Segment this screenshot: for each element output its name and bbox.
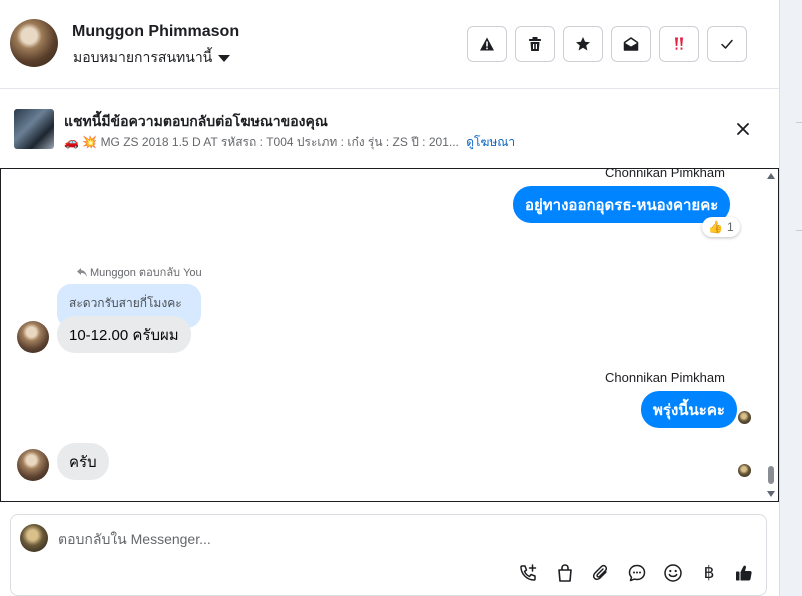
trash-icon — [529, 37, 541, 51]
caret-down-icon — [218, 55, 231, 62]
right-panel-edge — [779, 0, 802, 596]
paperclip-icon — [592, 564, 608, 581]
reply-hint: Munggon ตอบกลับ You — [77, 263, 202, 281]
divider — [796, 122, 802, 123]
saved-replies-button[interactable] — [626, 562, 648, 584]
ad-reply-banner: แชทนี้มีข้อความตอบกลับต่อโฆษณาของคุณ 🚗 💥… — [0, 90, 779, 168]
attach-file-button[interactable] — [590, 562, 612, 584]
thread-scrollbar[interactable] — [764, 169, 778, 501]
chat-bubble-icon — [628, 564, 646, 582]
assign-conversation-dropdown[interactable]: มอบหมายการสนทนานี้ — [73, 47, 231, 69]
message-thread[interactable]: Chonnikan Pimkham อยู่ทางออกอุดรธ-หนองคา… — [0, 168, 779, 502]
mark-unread-button[interactable] — [611, 26, 651, 62]
contact-avatar-small — [17, 321, 49, 353]
divider — [796, 230, 802, 231]
ad-details-text: MG ZS 2018 1.5 D AT รหัสรถ : T004 ประเภท… — [100, 135, 459, 149]
page-avatar — [20, 524, 48, 552]
warning-icon — [480, 37, 494, 51]
star-button[interactable] — [563, 26, 603, 62]
emoji-button[interactable] — [662, 562, 684, 584]
close-icon[interactable] — [733, 119, 753, 139]
star-icon — [576, 37, 590, 51]
emoji-icon — [664, 564, 682, 582]
reaction-count: 1 — [726, 220, 734, 234]
contact-name[interactable]: Munggon Phimmason — [72, 23, 239, 41]
reply-input[interactable] — [58, 529, 738, 549]
conversation-header: Munggon Phimmason มอบหมายการสนทนานี้ — [0, 0, 779, 89]
thumbs-up-icon — [736, 565, 752, 581]
delete-button[interactable] — [515, 26, 555, 62]
page-avatar-small — [737, 410, 752, 425]
call-add-icon — [520, 564, 537, 581]
contact-avatar-small — [17, 449, 49, 481]
thumbs-up-reaction-icon: 👍 — [708, 220, 723, 234]
sender-name: Chonnikan Pimkham — [605, 370, 725, 385]
contact-avatar[interactable] — [10, 19, 58, 67]
ad-details: 🚗 💥 MG ZS 2018 1.5 D AT รหัสรถ : T004 ปร… — [64, 133, 515, 152]
reply-hint-text: Munggon ตอบกลับ You — [90, 267, 202, 279]
shop-button[interactable] — [554, 562, 576, 584]
baht-icon: ฿ — [703, 563, 715, 583]
incoming-message[interactable]: ครับ — [57, 443, 109, 480]
seen-indicator-avatar — [737, 463, 752, 478]
message-reaction[interactable]: 👍 1 — [702, 217, 740, 237]
view-ad-link[interactable]: ดูโฆษณา — [466, 135, 515, 149]
double-exclamation-icon — [675, 37, 683, 50]
outgoing-message[interactable]: พรุ่งนี้นะคะ — [641, 391, 737, 428]
ad-banner-title: แชทนี้มีข้อความตอบกลับต่อโฆษณาของคุณ — [64, 113, 328, 129]
ad-thumbnail[interactable] — [14, 109, 54, 149]
report-spam-button[interactable] — [467, 26, 507, 62]
payment-button[interactable]: ฿ — [698, 562, 720, 584]
shopping-bag-icon — [558, 564, 572, 582]
incoming-message[interactable]: 10-12.00 ครับผม — [57, 316, 191, 353]
call-add-button[interactable] — [517, 562, 539, 584]
reply-arrow-icon — [77, 267, 87, 277]
scroll-up-arrow-icon[interactable] — [767, 173, 775, 179]
scrollbar-thumb[interactable] — [768, 466, 774, 484]
check-icon — [721, 39, 733, 49]
assign-label: มอบหมายการสนทนานี้ — [73, 49, 213, 65]
send-like-button[interactable] — [733, 562, 755, 584]
message-composer: ฿ — [10, 514, 767, 596]
ad-emoji: 🚗 💥 — [64, 135, 98, 149]
mark-done-button[interactable] — [707, 26, 747, 62]
sender-name: Chonnikan Pimkham — [605, 168, 725, 180]
follow-up-button[interactable] — [659, 26, 699, 62]
outgoing-message[interactable]: อยู่ทางออกอุดรธ-หนองคายคะ — [513, 186, 731, 223]
scroll-down-arrow-icon[interactable] — [767, 491, 775, 497]
envelope-open-icon — [623, 37, 639, 51]
